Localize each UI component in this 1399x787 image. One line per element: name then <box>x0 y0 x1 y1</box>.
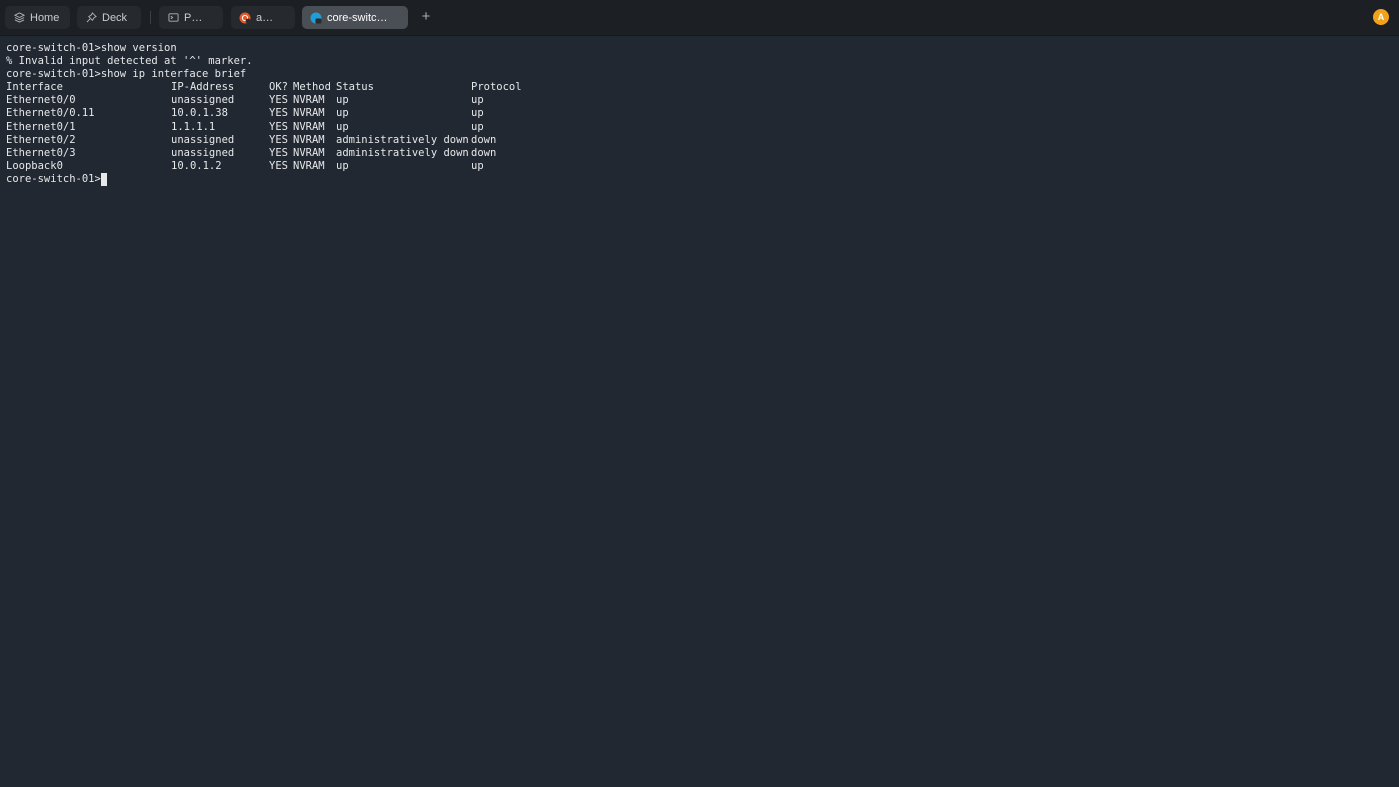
cell-ok: YES <box>269 120 288 133</box>
cell-interface: Ethernet0/2 <box>6 133 76 146</box>
text-cursor <box>100 172 107 186</box>
tab-label: core-switc… <box>327 11 388 24</box>
cell-protocol: up <box>471 107 484 120</box>
cell-protocol: up <box>471 159 484 172</box>
cell-ip: unassigned <box>171 146 235 159</box>
cell-ip: 10.0.1.2 <box>171 159 222 172</box>
tab-divider <box>150 11 151 24</box>
cell-ip: 10.0.1.38 <box>171 107 228 120</box>
cell-protocol: up <box>471 94 484 107</box>
ubuntu-icon <box>239 12 251 24</box>
cell-method: NVRAM <box>293 146 325 159</box>
tab-label: a… <box>256 11 274 24</box>
network-device-icon <box>310 12 322 24</box>
terminal-prompt-line[interactable]: core-switch-01> <box>6 172 1386 186</box>
cell-status: administratively down <box>336 133 469 146</box>
tab-bar: Home Deck P… a… core-switc… + A <box>0 0 1399 36</box>
avatar[interactable]: A <box>1373 9 1389 25</box>
header-ip: IP-Address <box>171 81 235 94</box>
table-row: Ethernet0/3 unassigned YES NVRAM adminis… <box>6 147 1386 160</box>
layers-icon <box>13 12 25 24</box>
table-row: Ethernet0/0 unassigned YES NVRAM up up <box>6 94 1386 107</box>
tab-label: P… <box>184 11 203 24</box>
terminal-line: core-switch-01>show ip interface brief <box>6 68 247 81</box>
table-header: Interface IP-Address OK? Method Status P… <box>6 81 1386 94</box>
cell-interface: Ethernet0/1 <box>6 120 76 133</box>
cell-interface: Loopback0 <box>6 159 63 172</box>
cell-protocol: up <box>471 120 484 133</box>
cell-interface: Ethernet0/0 <box>6 94 76 107</box>
header-interface: Interface <box>6 81 63 94</box>
tab-deck[interactable]: Deck <box>77 6 141 29</box>
cell-ip: unassigned <box>171 133 235 146</box>
cell-status: up <box>336 120 349 133</box>
cell-method: NVRAM <box>293 107 325 120</box>
cell-method: NVRAM <box>293 120 325 133</box>
tab-core-switch[interactable]: core-switc… <box>302 6 408 29</box>
terminal-prompt-icon <box>167 12 179 24</box>
table-row: Loopback0 10.0.1.2 YES NVRAM up up <box>6 160 1386 173</box>
tab-p[interactable]: P… <box>159 6 223 29</box>
cell-interface: Ethernet0/0.11 <box>6 107 95 120</box>
cell-protocol: down <box>471 133 497 146</box>
tab-a[interactable]: a… <box>231 6 295 29</box>
header-status: Status <box>336 81 374 94</box>
table-row: Ethernet0/0.11 10.0.1.38 YES NVRAM up up <box>6 107 1386 120</box>
cell-ok: YES <box>269 107 288 120</box>
tab-label: Home <box>30 11 60 24</box>
cell-method: NVRAM <box>293 94 325 107</box>
terminal-line: core-switch-01>show version <box>6 42 177 54</box>
cell-ok: YES <box>269 146 288 159</box>
header-method: Method <box>293 81 331 94</box>
cell-ip: 1.1.1.1 <box>171 120 216 133</box>
cell-method: NVRAM <box>293 159 325 172</box>
pin-icon <box>85 12 97 24</box>
cell-status: up <box>336 94 349 107</box>
table-row: Ethernet0/2 unassigned YES NVRAM adminis… <box>6 134 1386 147</box>
header-ok: OK? <box>269 81 288 94</box>
cell-ok: YES <box>269 133 288 146</box>
table-row: Ethernet0/1 1.1.1.1 YES NVRAM up up <box>6 121 1386 134</box>
terminal-output[interactable]: core-switch-01>show version % Invalid in… <box>6 42 1386 777</box>
cell-status: up <box>336 107 349 120</box>
cell-ok: YES <box>269 94 288 107</box>
cell-ok: YES <box>269 159 288 172</box>
cell-method: NVRAM <box>293 133 325 146</box>
tab-home[interactable]: Home <box>5 6 70 29</box>
header-protocol: Protocol <box>471 81 522 94</box>
cell-ip: unassigned <box>171 94 235 107</box>
cell-status: up <box>336 159 349 172</box>
tab-label: Deck <box>102 11 128 24</box>
terminal-line: % Invalid input detected at '^' marker. <box>6 55 253 68</box>
new-tab-button[interactable]: + <box>418 9 434 25</box>
cell-interface: Ethernet0/3 <box>6 146 76 159</box>
cell-protocol: down <box>471 146 497 159</box>
cell-status: administratively down <box>336 146 469 159</box>
